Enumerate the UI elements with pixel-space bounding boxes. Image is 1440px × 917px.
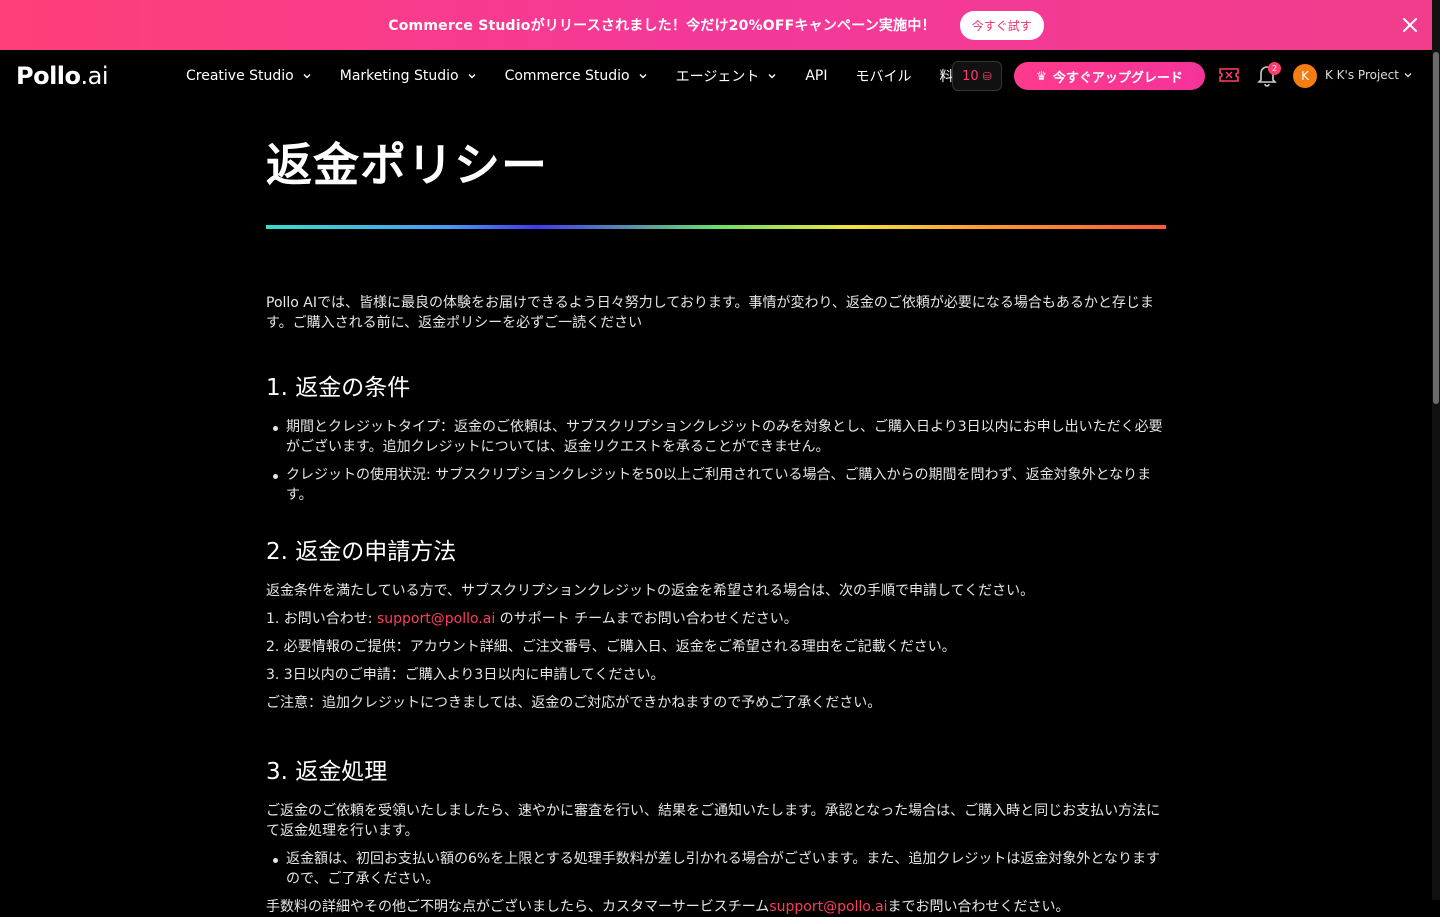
list-item: クレジットの使用状況: サブスクリプションクレジットを50以上ご利用されている場… bbox=[266, 465, 1166, 505]
credits-badge[interactable]: 10 ⛁ bbox=[952, 61, 1002, 91]
upgrade-label: 今すぐアップグレード bbox=[1052, 70, 1183, 86]
menu-label: エージェント bbox=[675, 69, 760, 85]
step-1: 1. お問い合わせ: support@pollo.ai のサポート チームまでお… bbox=[266, 609, 1166, 629]
processing-footer: 手数料の詳細やその他ご不明な点がございましたら、カスタマーサービスチームsupp… bbox=[266, 897, 1166, 917]
menu-label: モバイル bbox=[855, 69, 912, 85]
credits-count: 10 bbox=[962, 68, 979, 84]
support-email-link[interactable]: support@pollo.ai bbox=[377, 611, 495, 627]
footer-prefix: 手数料の詳細やその他ご不明な点がございましたら、カスタマーサービスチーム bbox=[266, 899, 770, 915]
menu-agent[interactable]: エージェント bbox=[676, 66, 778, 86]
chevron-down-icon bbox=[768, 74, 776, 79]
menu-mobile[interactable]: モバイル bbox=[855, 66, 911, 86]
menu-label: Creative Studio bbox=[186, 68, 294, 84]
pollo-logo[interactable]: Pollo.ai bbox=[16, 62, 109, 90]
rainbow-divider bbox=[266, 225, 1166, 229]
section-heading-how-to-apply: 2. 返金の申請方法 bbox=[266, 539, 457, 565]
project-switcher[interactable]: K K's Project bbox=[1325, 68, 1413, 82]
apply-lead: 返金条件を満たしている方で、サブスクリプションクレジットの返金を希望される場合は… bbox=[266, 583, 1035, 599]
section-heading-conditions: 1. 返金の条件 bbox=[266, 375, 411, 401]
conditions-list: 期間とクレジットタイプ：返金のご依頼は、サブスクリプションクレジットのみを対象と… bbox=[266, 417, 1166, 505]
menu-api[interactable]: API bbox=[805, 68, 827, 84]
logo-main: Pollo bbox=[16, 62, 81, 90]
banner-text: Commerce Studioがリリースされました！今だけ20%OFFキャンペー… bbox=[388, 18, 936, 34]
promo-banner: Commerce Studioがリリースされました！今だけ20%OFFキャンペー… bbox=[0, 0, 1432, 50]
logo-suffix: .ai bbox=[80, 62, 109, 90]
step-1-suffix: のサポート チームまでお問い合わせください。 bbox=[495, 611, 798, 627]
processing-paragraph: ご返金のご依頼を受領いたしましたら、速やかに審査を行い、結果をご通知いたします。… bbox=[266, 803, 1161, 839]
notification-count-badge: 2 bbox=[1268, 62, 1281, 75]
footer-suffix: までお問い合わせください。 bbox=[887, 899, 1070, 915]
apply-note: ご注意：追加クレジットにつきましては、返金のご対応ができかねますので予めご了承く… bbox=[266, 695, 882, 711]
main-content: 返金ポリシー Pollo AIでは、皆様に最良の体験をお届けできるよう日々努力し… bbox=[266, 130, 1166, 917]
menu-label: Commerce Studio bbox=[504, 68, 630, 84]
step-2: 2. 必要情報のご提供：アカウント詳細、ご注文番号、ご購入日、返金をご希望される… bbox=[266, 639, 956, 655]
step-3: 3. 3日以内のご申請：ご購入より3日以内に申請してください。 bbox=[266, 667, 665, 683]
ticket-icon[interactable] bbox=[1218, 66, 1240, 84]
upgrade-button[interactable]: ♛ 今すぐアップグレード bbox=[1014, 62, 1205, 90]
chevron-down-icon bbox=[303, 74, 311, 79]
page-title: 返金ポリシー bbox=[266, 138, 548, 192]
chevron-down-icon bbox=[1404, 73, 1412, 78]
intro-paragraph: Pollo AIでは、皆様に最良の体験をお届けできるよう日々努力しております。事… bbox=[266, 295, 1154, 331]
support-email-link[interactable]: support@pollo.ai bbox=[769, 899, 887, 915]
processing-list: 返金額は、初回お支払い額の6%を上限とする処理手数料が差し引かれる場合がございま… bbox=[266, 849, 1166, 889]
scrollbar-thumb[interactable] bbox=[1433, 52, 1439, 404]
menu-commerce-studio[interactable]: Commerce Studio bbox=[505, 68, 648, 84]
project-name: K K's Project bbox=[1325, 68, 1399, 82]
close-icon[interactable] bbox=[1400, 15, 1420, 35]
main-menu: Creative Studio Marketing Studio Commerc… bbox=[186, 50, 995, 102]
coin-icon: ⛁ bbox=[982, 69, 992, 83]
chevron-down-icon bbox=[639, 74, 647, 79]
menu-label: API bbox=[805, 68, 828, 84]
menu-marketing-studio[interactable]: Marketing Studio bbox=[340, 68, 477, 84]
list-item: 返金額は、初回お支払い額の6%を上限とする処理手数料が差し引かれる場合がございま… bbox=[266, 849, 1166, 889]
crown-icon: ♛ bbox=[1036, 69, 1047, 83]
try-now-button[interactable]: 今すぐ試す bbox=[959, 10, 1044, 40]
menu-creative-studio[interactable]: Creative Studio bbox=[186, 68, 312, 84]
section-heading-processing: 3. 返金処理 bbox=[266, 759, 388, 785]
avatar[interactable]: K bbox=[1293, 64, 1317, 88]
list-item: 期間とクレジットタイプ：返金のご依頼は、サブスクリプションクレジットのみを対象と… bbox=[266, 417, 1166, 457]
menu-label: Marketing Studio bbox=[339, 68, 459, 84]
step-1-prefix: 1. お問い合わせ: bbox=[266, 611, 377, 627]
chevron-down-icon bbox=[468, 74, 476, 79]
